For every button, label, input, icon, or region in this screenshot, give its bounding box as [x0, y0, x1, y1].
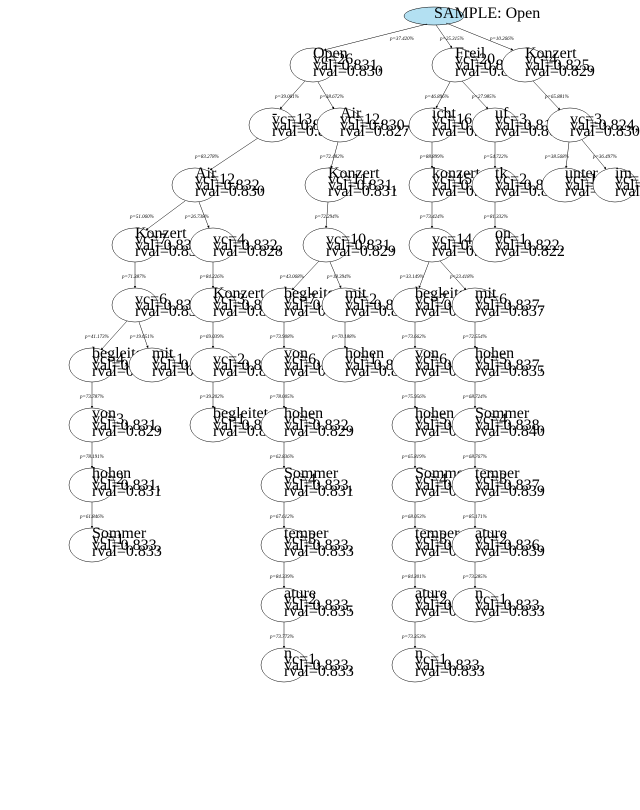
- svg-text:p=65.819%: p=65.819%: [401, 455, 426, 460]
- svg-text:p=68.767%: p=68.767%: [462, 455, 487, 460]
- svg-text:Airvc=12,val=0.832,rval=0.830: Airvc=12,val=0.832,rval=0.830: [195, 165, 265, 200]
- svg-text:p=84.226%: p=84.226%: [199, 275, 224, 280]
- svg-text:p=83.278%: p=83.278%: [194, 155, 219, 160]
- svg-text:p=81.332%: p=81.332%: [483, 215, 508, 220]
- svg-text:p=68.053%: p=68.053%: [401, 515, 426, 520]
- svg-text:p=38.568%: p=38.568%: [544, 155, 569, 160]
- svg-text:p=75.956%: p=75.956%: [401, 395, 426, 400]
- svg-text:onvc=1,val=0.822,rval=0.822: onvc=1,val=0.822,rval=0.822: [495, 225, 565, 260]
- svg-text:Konzertvc=4,val=0.825,rval=0.8: Konzertvc=4,val=0.825,rval=0.829: [525, 45, 595, 80]
- svg-text:p=70.188%: p=70.188%: [331, 335, 356, 340]
- svg-text:hohenvc=2,val=0.831,rval=0.831: hohenvc=2,val=0.831,rval=0.831: [92, 465, 162, 500]
- svg-text:p=85.171%: p=85.171%: [462, 515, 487, 520]
- svg-text:imvc=1,val=0.817,rval=0.817: imvc=1,val=0.817,rval=0.817: [615, 165, 640, 200]
- svg-text:nvc=1,val=0.833,rval=0.833: nvc=1,val=0.833,rval=0.833: [475, 585, 545, 620]
- svg-text:nvc=1,val=0.833,rval=0.833: nvc=1,val=0.833,rval=0.833: [415, 645, 485, 680]
- svg-text:aturevc=2,val=0.836,rval=0.839: aturevc=2,val=0.836,rval=0.839: [475, 525, 545, 560]
- svg-text:p=41.173%: p=41.173%: [84, 335, 109, 340]
- svg-text:Sommervc=1,val=0.833,rval=0.83: Sommervc=1,val=0.833,rval=0.833: [92, 525, 162, 560]
- svg-text:p=51.060%: p=51.060%: [129, 215, 154, 220]
- svg-text:Konzertvc=11,val=0.831,rval=0.: Konzertvc=11,val=0.831,rval=0.831: [328, 165, 398, 200]
- svg-text:vc=10,val=0.831,rval=0.829: vc=10,val=0.831,rval=0.829: [326, 231, 396, 260]
- svg-text:p=73.285%: p=73.285%: [462, 575, 487, 580]
- svg-text:p=72.482%: p=72.482%: [319, 155, 344, 160]
- svg-text:p=84.301%: p=84.301%: [401, 575, 426, 580]
- svg-text:p=65.881%: p=65.881%: [544, 95, 569, 100]
- svg-text:p=78.191%: p=78.191%: [79, 455, 104, 460]
- svg-text:p=88.899%: p=88.899%: [419, 155, 444, 160]
- svg-text:p=62.836%: p=62.836%: [269, 455, 294, 460]
- svg-text:p=46.896%: p=46.896%: [424, 95, 449, 100]
- svg-text:p=73.908%: p=73.908%: [269, 335, 294, 340]
- svg-text:p=36.497%: p=36.497%: [592, 155, 617, 160]
- svg-text:p=27.985%: p=27.985%: [471, 95, 496, 100]
- svg-text:p=84.339%: p=84.339%: [269, 575, 294, 580]
- svg-text:p=68.724%: p=68.724%: [462, 395, 487, 400]
- svg-text:p=43.068%: p=43.068%: [279, 275, 304, 280]
- svg-text:p=73.773%: p=73.773%: [269, 635, 294, 640]
- svg-text:p=25.315%: p=25.315%: [439, 37, 464, 42]
- svg-text:p=33.149%: p=33.149%: [399, 275, 424, 280]
- svg-text:p=23.418%: p=23.418%: [449, 275, 474, 280]
- svg-text:aturevc=2,val=0.833,rval=0.835: aturevc=2,val=0.833,rval=0.835: [284, 585, 354, 620]
- svg-text:p=72.554%: p=72.554%: [462, 335, 487, 340]
- svg-text:p=37.420%: p=37.420%: [389, 37, 414, 42]
- svg-text:p=61.846%: p=61.846%: [79, 515, 104, 520]
- svg-text:p=38.672%: p=38.672%: [319, 95, 344, 100]
- svg-text:Openvc=26,val=0.831,rval=0.830: Openvc=26,val=0.831,rval=0.830: [313, 45, 383, 80]
- svg-text:tempervc=3,val=0.837,rval=0.83: tempervc=3,val=0.837,rval=0.839: [475, 465, 545, 500]
- root-label: SAMPLE: Open: [434, 5, 540, 22]
- svg-text:vonvc=3,val=0.831,rval=0.829: vonvc=3,val=0.831,rval=0.829: [92, 405, 162, 440]
- svg-text:p=67.612%: p=67.612%: [269, 515, 294, 520]
- svg-text:Airvc=12,val=0.830,rval=0.827: Airvc=12,val=0.830,rval=0.827: [340, 105, 410, 140]
- svg-text:p=73.662%: p=73.662%: [401, 335, 426, 340]
- svg-text:hohenvc=5,val=0.837,rval=0.835: hohenvc=5,val=0.837,rval=0.835: [475, 345, 545, 380]
- svg-text:hohenvc=5,val=0.832,rval=0.829: hohenvc=5,val=0.832,rval=0.829: [284, 405, 354, 440]
- node-open: Openvc=26,val=0.831,rval=0.830: [290, 45, 383, 82]
- svg-text:Sommervc=4,val=0.833,rval=0.83: Sommervc=4,val=0.833,rval=0.831: [284, 465, 354, 500]
- svg-text:p=73.424%: p=73.424%: [419, 215, 444, 220]
- root-node: SAMPLE: Open: [404, 5, 540, 25]
- svg-text:Sommervc=4,val=0.838,rval=0.84: Sommervc=4,val=0.838,rval=0.840: [475, 405, 545, 440]
- svg-text:p=69.039%: p=69.039%: [199, 335, 224, 340]
- svg-text:p=26.738%: p=26.738%: [184, 215, 209, 220]
- svg-text:p=72.294%: p=72.294%: [314, 215, 339, 220]
- svg-text:p=71.387%: p=71.387%: [121, 275, 146, 280]
- svg-text:nvc=1,val=0.833,rval=0.833: nvc=1,val=0.833,rval=0.833: [284, 645, 354, 680]
- svg-text:p=73.353%: p=73.353%: [401, 635, 426, 640]
- svg-text:p=39.202%: p=39.202%: [199, 395, 224, 400]
- svg-text:p=10.266%: p=10.266%: [489, 37, 514, 42]
- svg-text:vc=4,val=0.832,rval=0.828: vc=4,val=0.832,rval=0.828: [213, 231, 283, 260]
- svg-text:p=18.394%: p=18.394%: [326, 275, 351, 280]
- svg-text:vc=3,val=0.824,rval=0.830: vc=3,val=0.824,rval=0.830: [570, 111, 640, 140]
- svg-text:p=54.722%: p=54.722%: [483, 155, 508, 160]
- svg-text:p=78.005%: p=78.005%: [269, 395, 294, 400]
- svg-text:tempervc=3,val=0.833,rval=0.83: tempervc=3,val=0.833,rval=0.833: [284, 525, 354, 560]
- svg-text:mitvc=6,val=0.837,rval=0.837: mitvc=6,val=0.837,rval=0.837: [475, 285, 545, 320]
- node-konzert-top: Konzertvc=4,val=0.825,rval=0.829: [502, 45, 595, 82]
- svg-text:p=39.001%: p=39.001%: [274, 95, 299, 100]
- svg-text:p=73.787%: p=73.787%: [79, 395, 104, 400]
- svg-text:p=19.051%: p=19.051%: [129, 335, 154, 340]
